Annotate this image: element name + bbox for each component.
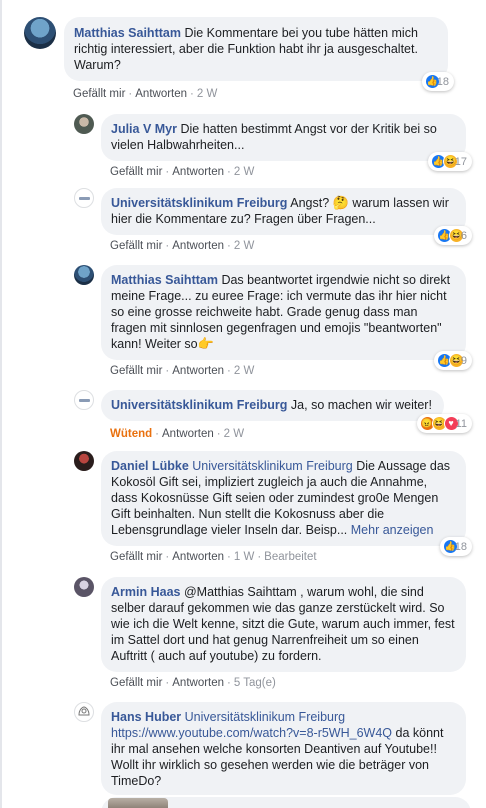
edited-label[interactable]: Bearbeitet — [264, 551, 316, 563]
avatar[interactable] — [74, 188, 94, 208]
comment: Julia V Myr Die hatten bestimmt Angst vo… — [74, 114, 472, 179]
avatar[interactable] — [74, 577, 94, 597]
comment: Hans Huber Universitätsklinikum Freiburg… — [74, 702, 466, 795]
mention-link[interactable]: Universitätsklinikum Freiburg — [192, 459, 352, 473]
left-panel-edge — [0, 0, 2, 808]
comment-author[interactable]: Armin Haas — [111, 585, 180, 599]
comment-bubble: Daniel Lübke Universitätsklinikum Freibu… — [101, 451, 472, 556]
reply-button[interactable]: Antworten — [172, 551, 224, 563]
timestamp[interactable]: 2 W — [234, 166, 254, 178]
comment-bubble: Armin Haas @Matthias Saihttam , warum wo… — [101, 577, 466, 672]
reaction-count: 6 — [460, 229, 467, 242]
comment: Universitätsklinikum Freiburg Ja, so mac… — [74, 390, 472, 441]
comment-bubble: Julia V Myr Die hatten bestimmt Angst vo… — [101, 114, 472, 171]
comment-author[interactable]: Matthias Saihttam — [74, 26, 181, 40]
timestamp[interactable]: 2 W — [234, 365, 254, 377]
timestamp[interactable]: 1 W — [234, 551, 254, 563]
reaction-summary[interactable]: 😠 😆 ♥ 11 — [416, 414, 472, 433]
comment-author[interactable]: Julia V Myr — [111, 122, 177, 136]
angry-reaction-button[interactable]: Wütend — [110, 428, 152, 440]
comment: Matthias Saihttam Das beantwortet irgend… — [74, 265, 472, 378]
comment-bubble: Universitätsklinikum Freiburg Ja, so mac… — [101, 390, 472, 433]
show-more-link[interactable]: Mehr anzeigen — [351, 523, 434, 537]
avatar[interactable] — [74, 390, 94, 410]
comment: Universitätsklinikum Freiburg Angst? 🤔 w… — [74, 188, 472, 253]
avatar[interactable] — [74, 265, 94, 285]
comment-author[interactable]: Matthias Saihttam — [111, 273, 218, 287]
like-button[interactable]: Gefällt mir — [110, 365, 162, 377]
reply-button[interactable]: Antworten — [162, 428, 214, 440]
reply-button[interactable]: Antworten — [172, 365, 224, 377]
reaction-summary[interactable]: 👍 😆 17 — [427, 152, 472, 171]
comment-author[interactable]: Universitätsklinikum Freiburg — [111, 196, 287, 210]
like-button[interactable]: Gefällt mir — [110, 551, 162, 563]
reply-button[interactable]: Antworten — [172, 240, 224, 252]
like-button[interactable]: Gefällt mir — [110, 677, 162, 689]
timestamp[interactable]: 2 W — [224, 428, 244, 440]
comment-author[interactable]: Universitätsklinikum Freiburg — [111, 398, 287, 412]
reaction-count: 18 — [436, 75, 449, 88]
reaction-summary[interactable]: 👍 18 — [421, 72, 454, 91]
comment-author[interactable]: Hans Huber — [111, 710, 181, 724]
reaction-count: 17 — [454, 155, 467, 168]
mention-link[interactable]: Universitätsklinikum Freiburg — [185, 710, 345, 724]
comment-bubble: Matthias Saihttam Die Kommentare bei you… — [64, 17, 454, 91]
reaction-count: 11 — [455, 417, 467, 430]
like-button[interactable]: Gefällt mir — [110, 240, 162, 252]
like-button[interactable]: Gefällt mir — [73, 88, 125, 100]
comment-text: Ja, so machen wir weiter! — [290, 398, 432, 412]
comment-bubble: Universitätsklinikum Freiburg Angst? 🤔 w… — [101, 188, 472, 245]
reaction-count: 9 — [460, 354, 467, 367]
avatar[interactable] — [74, 702, 94, 722]
avatar[interactable] — [24, 17, 56, 49]
comment-author[interactable]: Daniel Lübke — [111, 459, 189, 473]
timestamp[interactable]: 2 W — [234, 240, 254, 252]
timestamp[interactable]: 5 Tag(e) — [234, 677, 276, 689]
reply-button[interactable]: Antworten — [172, 166, 224, 178]
reaction-summary[interactable]: 👍 😆 6 — [433, 226, 472, 245]
comment-bubble: Hans Huber Universitätsklinikum Freiburg… — [101, 702, 466, 795]
reaction-summary[interactable]: 👍 😆 9 — [433, 351, 472, 370]
reply-button[interactable]: Antworten — [172, 677, 224, 689]
avatar[interactable] — [74, 114, 94, 134]
timestamp[interactable]: 2 W — [197, 88, 217, 100]
reply-button[interactable]: Antworten — [135, 88, 187, 100]
comment-bubble: Matthias Saihttam Das beantwortet irgend… — [101, 265, 472, 370]
reaction-summary[interactable]: 👍 18 — [439, 537, 472, 556]
comment: Matthias Saihttam Die Kommentare bei you… — [24, 17, 454, 101]
comment-text: Angst? — [290, 196, 330, 210]
like-button[interactable]: Gefällt mir — [110, 166, 162, 178]
avatar[interactable] — [74, 451, 94, 471]
link-preview-thumbnail[interactable] — [108, 798, 168, 808]
comment: Armin Haas @Matthias Saihttam , warum wo… — [74, 577, 466, 690]
thinking-emoji: 🤔 — [332, 195, 349, 210]
reaction-count: 18 — [454, 540, 467, 553]
pointing-emoji: 👉 — [197, 336, 214, 351]
youtube-link[interactable]: https://www.youtube.com/watch?v=8-r5WH_6… — [111, 726, 392, 740]
comment: Daniel Lübke Universitätsklinikum Freibu… — [74, 451, 472, 564]
